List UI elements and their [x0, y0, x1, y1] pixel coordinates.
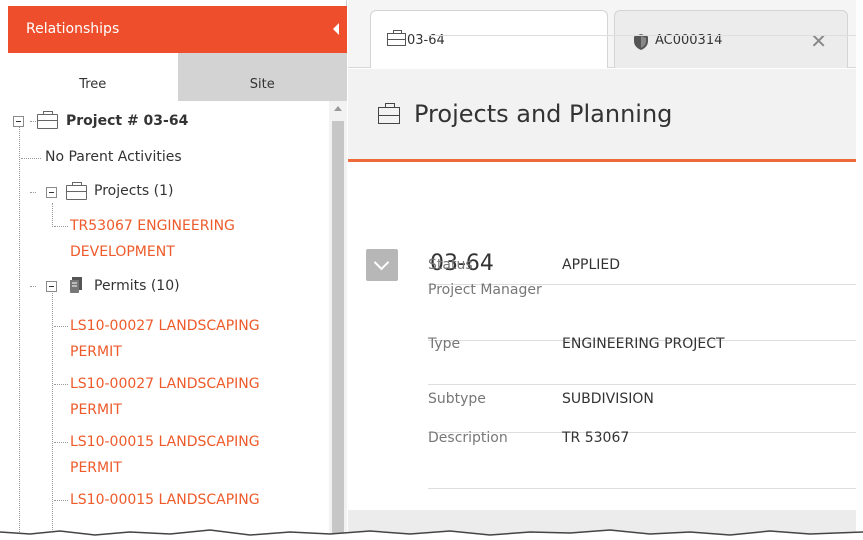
tree-permits-group[interactable]: Permits (10)	[94, 278, 180, 294]
tree-permit-link[interactable]: LS10-00015 LANDSCAPING	[70, 487, 260, 513]
app-window: Relationships Tree Site Project # 03-64	[0, 0, 863, 540]
tree-project-link[interactable]: TR53067 ENGINEERING	[70, 213, 235, 239]
tree-permit-link[interactable]: LS10-00027 LANDSCAPING	[70, 371, 260, 397]
briefcase-icon	[378, 103, 400, 124]
tree-connector	[54, 226, 68, 227]
briefcase-icon	[66, 182, 87, 200]
briefcase-icon	[37, 111, 58, 129]
tree-permit-link[interactable]: LS10-00027 LANDSCAPING	[70, 313, 260, 339]
tree-connector	[54, 326, 68, 327]
tab-site[interactable]: Site	[177, 53, 347, 101]
field-description: Description TR 53067	[428, 430, 856, 489]
relationships-panel: Relationships Tree Site Project # 03-64	[8, 0, 347, 540]
torn-edge	[0, 529, 863, 540]
tree-project-link[interactable]: DEVELOPMENT	[70, 239, 175, 265]
tab-site-label: Site	[249, 77, 275, 92]
field-subtype: Subtype SUBDIVISION	[428, 385, 856, 433]
tree-no-parent: No Parent Activities	[45, 149, 182, 165]
tree-permit-link[interactable]: PERMIT	[70, 339, 122, 365]
scrollbar-thumb[interactable]	[332, 121, 344, 540]
scroll-up-icon[interactable]	[334, 106, 342, 111]
tree-scrollbar[interactable]	[329, 101, 347, 540]
relationship-tree: Project # 03-64 No Parent Activities Pro…	[8, 101, 347, 540]
field-label: Status	[428, 257, 473, 273]
permit-scroll-icon	[70, 277, 82, 293]
expand-chevron-down-icon[interactable]	[366, 249, 398, 281]
page-header: Projects and Planning	[348, 69, 856, 162]
tree-connector	[54, 442, 68, 443]
spacer	[428, 0, 856, 36]
field-value: APPLIED	[562, 257, 621, 273]
tree-connector	[21, 158, 41, 159]
tree-projects-group[interactable]: Projects (1)	[94, 183, 173, 199]
tree-root-project[interactable]: Project # 03-64	[66, 113, 188, 129]
tree-permit-link[interactable]: PERMIT	[70, 397, 122, 423]
field-value: SUBDIVISION	[562, 391, 654, 407]
collapse-left-icon[interactable]	[333, 23, 339, 35]
tree-connector	[30, 121, 36, 122]
tree-connector	[30, 192, 36, 193]
field-label: Subtype	[428, 391, 486, 407]
tree-connector	[19, 127, 20, 540]
field-status: Status APPLIED	[428, 249, 856, 285]
field-label: Description	[428, 430, 508, 446]
field-label: Type	[428, 336, 461, 352]
collapse-toggle-icon[interactable]	[13, 116, 24, 127]
collapse-toggle-icon[interactable]	[46, 187, 57, 198]
tab-tree-label: Tree	[79, 77, 107, 92]
relationships-tabs: Tree Site	[8, 53, 347, 101]
tree-connector	[52, 203, 53, 227]
tab-tree[interactable]: Tree	[8, 53, 178, 101]
field-value: TR 53067	[562, 430, 630, 446]
page-title: Projects and Planning	[414, 100, 673, 128]
briefcase-icon	[387, 30, 406, 46]
tree-connector	[30, 286, 36, 287]
tree-connector	[54, 384, 68, 385]
tree-connector	[52, 291, 53, 540]
relationships-title: Relationships	[26, 21, 120, 37]
field-value: ENGINEERING PROJECT	[562, 336, 725, 352]
relationships-header: Relationships	[8, 6, 347, 53]
collapse-toggle-icon[interactable]	[46, 281, 57, 292]
tree-connector	[54, 500, 68, 501]
field-project-manager: Project Manager	[428, 282, 856, 341]
tree-permit-link[interactable]: LS10-00015 LANDSCAPING	[70, 429, 260, 455]
field-label: Project Manager	[428, 282, 542, 298]
field-type: Type ENGINEERING PROJECT	[428, 336, 856, 385]
main-panel: 03-64 AC000314 ✕ Projects and Planning 0…	[348, 0, 856, 540]
tree-permit-link[interactable]: PERMIT	[70, 455, 122, 481]
